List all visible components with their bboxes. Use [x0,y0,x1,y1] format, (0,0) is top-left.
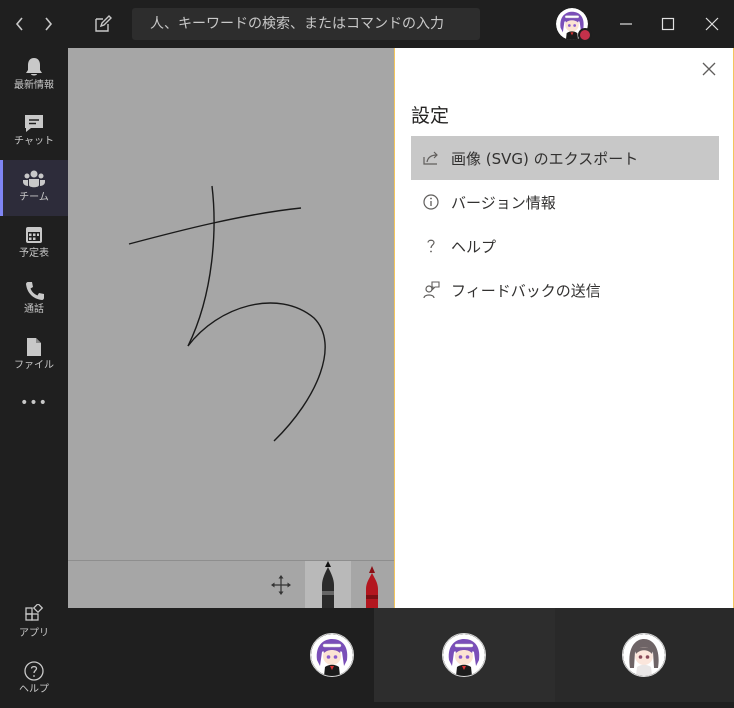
more-apps-button[interactable]: ••• [0,388,68,418]
participant-avatar [622,633,666,677]
handwritten-stroke [128,185,326,442]
maximize-button[interactable] [656,12,680,36]
chat-icon [25,115,43,132]
close-window-button[interactable] [700,12,724,36]
rail-item-calendar[interactable]: 予定表 [0,216,68,272]
panel-title: 設定 [411,105,450,127]
participant-avatar [310,633,354,677]
question-icon [421,236,441,256]
more-icon: ••• [20,395,48,411]
rail-item-label: 最新情報 [14,80,54,91]
rail-item-activity[interactable]: 最新情報 [0,48,68,104]
feedback-icon [421,280,441,300]
maximize-icon [661,17,675,31]
info-icon [421,192,441,212]
teams-icon [23,170,45,188]
title-bar: 人、キーワードの検索、またはコマンドの入力 [0,0,734,48]
red-pen-icon [366,566,378,609]
participant-tile[interactable] [555,608,734,702]
black-pen-icon [322,561,334,609]
participant-tile[interactable] [374,608,555,702]
rail-item-label: アプリ [19,628,49,639]
rail-item-label: ファイル [14,360,54,371]
move-tool[interactable] [268,561,294,609]
avatar-purple-hair-icon [311,634,353,676]
rail-item-files[interactable]: ファイル [0,328,68,384]
bell-icon [26,58,42,76]
whiteboard-canvas[interactable] [68,48,394,560]
minimize-button[interactable] [614,12,638,36]
apps-icon [25,604,44,621]
menu-item-label: 画像 (SVG) のエクスポート [451,149,639,168]
rail-item-calls[interactable]: 通話 [0,272,68,328]
avatar-gray-hair-icon [623,634,665,676]
phone-icon [26,282,44,300]
ink-toolbar [68,560,397,609]
avatar-purple-hair-icon [443,634,485,676]
rail-item-label: ヘルプ [19,684,49,695]
rail-item-chat[interactable]: チャット [0,104,68,160]
search-input[interactable]: 人、キーワードの検索、またはコマンドの入力 [132,8,480,40]
menu-item-label: フィードバックの送信 [451,281,601,300]
menu-item-label: バージョン情報 [451,193,556,212]
menu-item-help[interactable]: ヘルプ [411,224,719,268]
file-icon [27,338,41,356]
panel-close-button[interactable] [699,59,719,79]
chevron-left-icon [15,17,23,31]
app-rail: 最新情報 チャット チーム 予定表 通話 ファイル ••• アプリ ヘルプ [0,48,68,702]
rail-item-teams[interactable]: チーム [0,160,68,216]
close-icon [702,62,716,76]
menu-item-export-svg[interactable]: 画像 (SVG) のエクスポート [411,136,719,180]
compose-button[interactable] [93,14,113,34]
chevron-right-icon [45,17,53,31]
rail-item-label: 通話 [24,304,44,315]
menu-item-feedback[interactable]: フィードバックの送信 [411,268,719,312]
participant-tile[interactable] [68,608,374,702]
forward-button[interactable] [38,14,58,34]
rail-item-apps[interactable]: アプリ [0,596,68,652]
share-icon [421,148,441,168]
red-pen-tool[interactable] [351,561,397,609]
presence-badge [578,28,592,42]
menu-item-label: ヘルプ [451,237,497,256]
rail-item-help[interactable]: ヘルプ [0,652,68,708]
participant-avatar [442,633,486,677]
settings-panel: 設定 画像 (SVG) のエクスポート バージョン情報 ヘルプ フィードバックの… [394,48,734,608]
back-button[interactable] [10,14,30,34]
minimize-icon [620,23,632,25]
rail-item-label: 予定表 [19,248,49,259]
participants-bar [68,608,734,702]
rail-item-label: チャット [14,136,54,147]
rail-item-label: チーム [19,192,49,203]
black-pen-tool[interactable] [305,561,351,609]
compose-icon [95,15,112,32]
menu-item-version-info[interactable]: バージョン情報 [411,180,719,224]
help-icon [24,661,44,681]
close-icon [705,17,719,31]
move-icon [271,575,291,595]
calendar-icon [26,227,42,243]
